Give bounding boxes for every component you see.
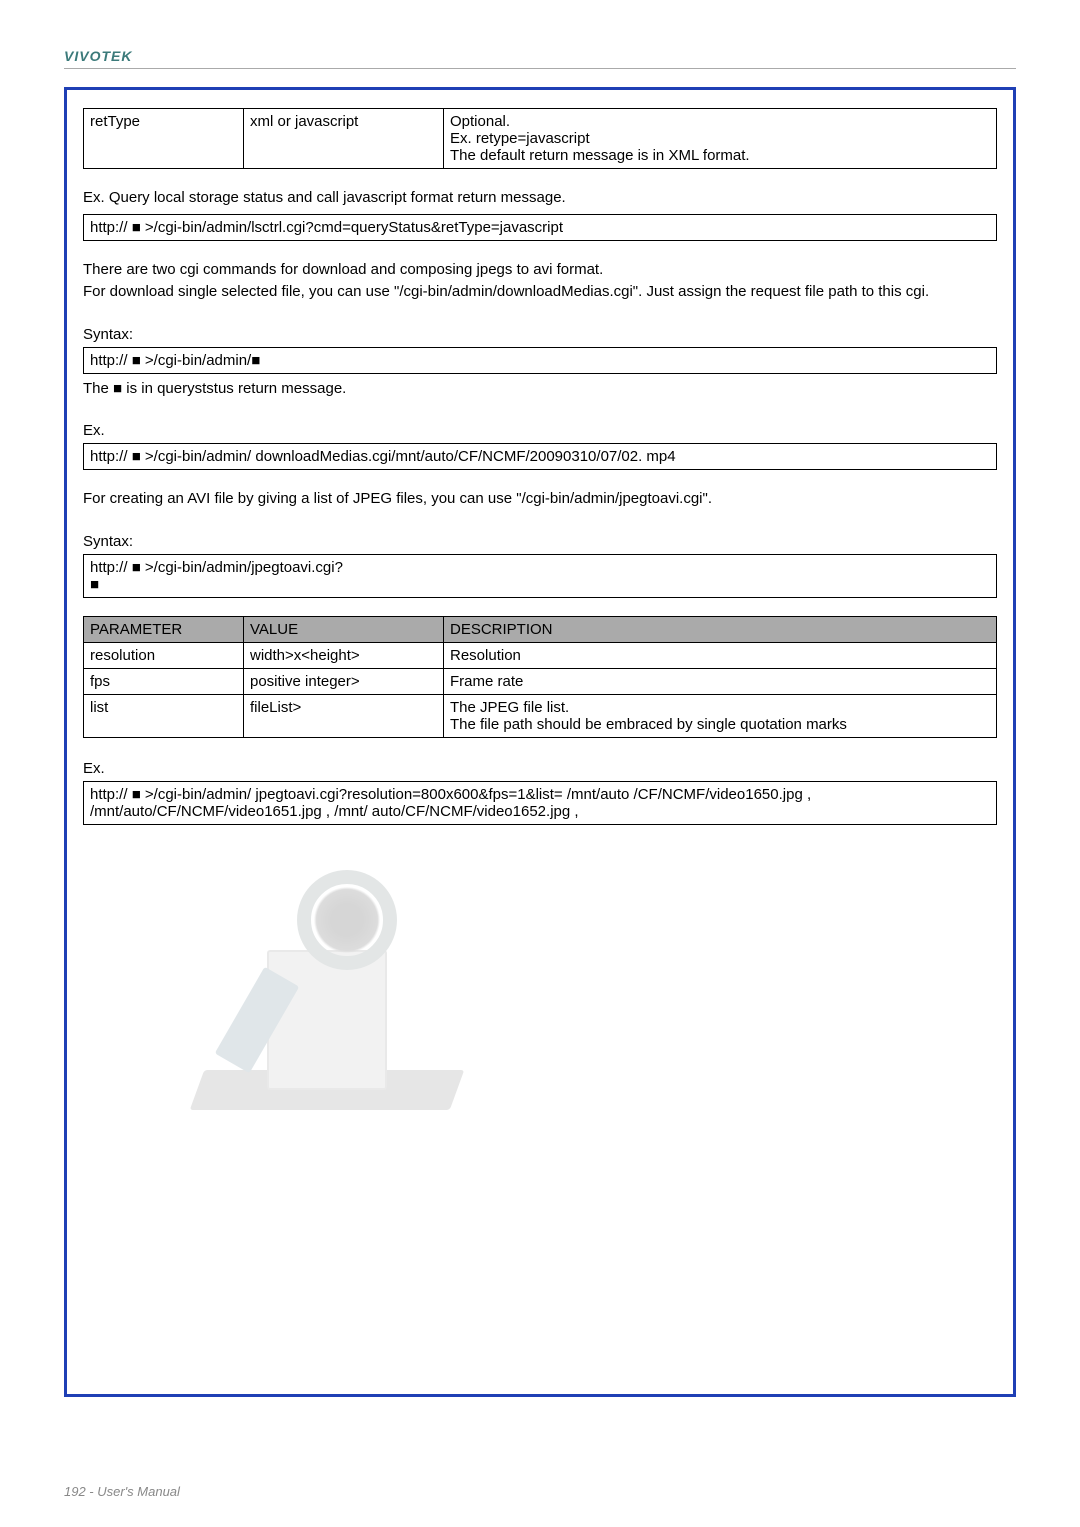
- syntax-label-2: Syntax:: [83, 533, 997, 550]
- cell-desc: The JPEG file list. The file path should…: [444, 695, 996, 737]
- query-example-text: Ex. Query local storage status and call …: [83, 187, 997, 210]
- table-header-row: PARAMETER VALUE DESCRIPTION: [83, 616, 997, 643]
- example-label-2: Ex.: [83, 760, 997, 777]
- brand-text: VIVOTEK: [64, 48, 1016, 64]
- jpegtoavi-paragraph: For creating an AVI file by giving a lis…: [83, 488, 997, 511]
- cell-param: retType: [84, 109, 244, 168]
- page-footer: 192 - User's Manual: [64, 1484, 180, 1499]
- col-header-description: DESCRIPTION: [444, 617, 996, 642]
- content-frame: retType xml or javascript Optional. Ex. …: [64, 87, 1016, 1397]
- syntax1-note: The ■ is in queryststus return message.: [83, 378, 997, 401]
- cell-param: list: [84, 695, 244, 737]
- cell-value: positive integer>: [244, 669, 444, 694]
- cell-param: resolution: [84, 643, 244, 668]
- cell-desc: Optional. Ex. retype=javascript The defa…: [444, 109, 996, 168]
- cell-desc: Resolution: [444, 643, 996, 668]
- example-label: Ex.: [83, 422, 997, 439]
- col-header-value: VALUE: [244, 617, 444, 642]
- header-divider: [64, 68, 1016, 69]
- cell-desc: Frame rate: [444, 669, 996, 694]
- example1-box: http:// ■ >/cgi-bin/admin/ downloadMedia…: [83, 443, 997, 470]
- col-header-parameter: PARAMETER: [84, 617, 244, 642]
- cell-value: xml or javascript: [244, 109, 444, 168]
- watermark-camera-icon: [177, 850, 477, 1150]
- query-example-box: http:// ■ >/cgi-bin/admin/lsctrl.cgi?cmd…: [83, 214, 997, 241]
- table-row: list fileList> The JPEG file list. The f…: [83, 695, 997, 738]
- example2-box: http:// ■ >/cgi-bin/admin/ jpegtoavi.cgi…: [83, 781, 997, 825]
- table-row: fps positive integer> Frame rate: [83, 669, 997, 695]
- cell-value: width>x<height>: [244, 643, 444, 668]
- syntax1-box: http:// ■ >/cgi-bin/admin/■: [83, 347, 997, 374]
- table-row: resolution width>x<height> Resolution: [83, 643, 997, 669]
- cell-param: fps: [84, 669, 244, 694]
- syntax-label: Syntax:: [83, 326, 997, 343]
- syntax2-box: http:// ■ >/cgi-bin/admin/jpegtoavi.cgi?…: [83, 554, 997, 598]
- cell-value: fileList>: [244, 695, 444, 737]
- table-row: retType xml or javascript Optional. Ex. …: [83, 108, 997, 169]
- download-paragraph: There are two cgi commands for download …: [83, 259, 997, 304]
